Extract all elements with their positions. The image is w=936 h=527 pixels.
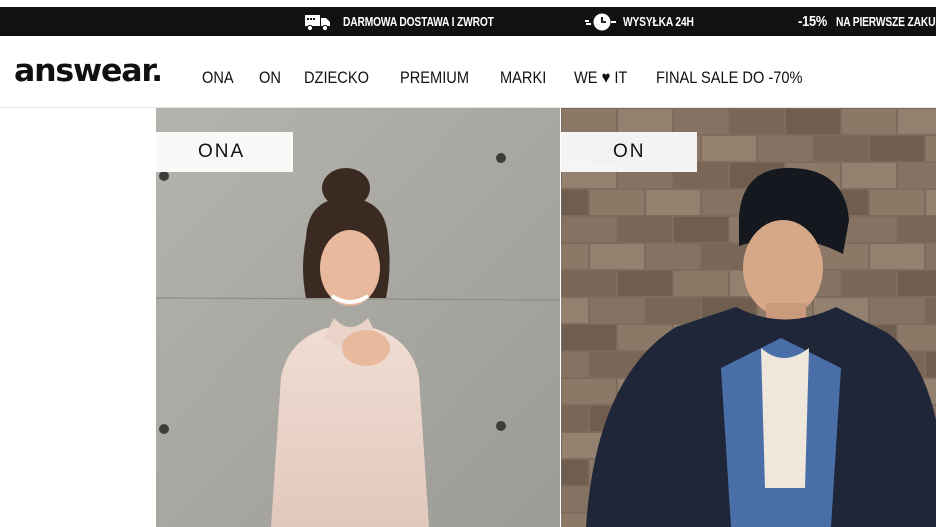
nav-item-premium[interactable]: PREMIUM — [400, 68, 469, 88]
nav-item-marki[interactable]: MARKI — [500, 68, 546, 88]
nav-item-final-sale[interactable]: FINAL SALE DO -70% — [656, 68, 803, 88]
promo-text: NA PIERWSZE ZAKUPY — [836, 14, 936, 29]
category-label-ona[interactable]: ONA — [156, 132, 293, 172]
category-label-on[interactable]: ON — [561, 132, 697, 172]
clock-icon — [585, 13, 616, 30]
promo-first-purchase[interactable]: -15% NA PIERWSZE ZAKUPY — [798, 7, 936, 36]
hero-women[interactable]: ONA — [156, 108, 560, 527]
nav-item-on[interactable]: ON — [259, 68, 281, 88]
nav-item-ona[interactable]: ONA — [202, 68, 234, 88]
nav-item-we-love-it[interactable]: WE ♥ IT — [574, 68, 627, 88]
truck-icon — [305, 14, 330, 31]
promo-text: WYSYŁKA 24H — [623, 14, 694, 29]
promo-percent: -15% — [798, 13, 828, 30]
promo-free-delivery[interactable]: DARMOWA DOSTAWA I ZWROT — [304, 7, 527, 36]
promo-text: DARMOWA DOSTAWA I ZWROT — [343, 14, 494, 29]
main-nav: ONA ON DZIECKO PREMIUM MARKI WE ♥ IT FIN… — [202, 68, 846, 88]
nav-item-dziecko[interactable]: DZIECKO — [304, 68, 369, 88]
site-header: answear. ONA ON DZIECKO PREMIUM MARKI WE… — [0, 36, 936, 108]
hero-men[interactable]: ON — [561, 108, 936, 527]
promo-shipping-24h[interactable]: WYSYŁKA 24H — [585, 7, 709, 36]
answear-logo[interactable]: answear. — [14, 53, 163, 89]
promo-bar: DARMOWA DOSTAWA I ZWROT WYSYŁKA 24H -15%… — [0, 7, 936, 36]
